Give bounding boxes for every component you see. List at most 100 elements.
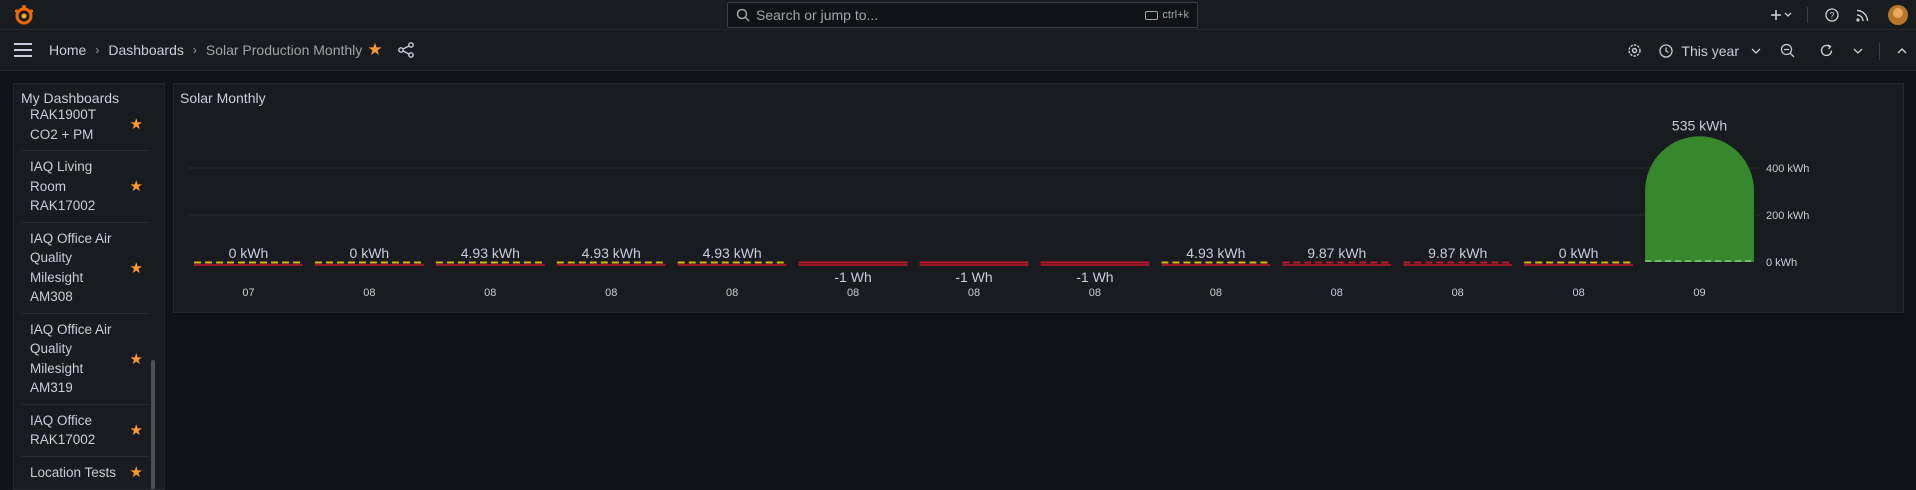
dashboard-list-panel: My Dashboards RAK1900T CO2 + PM ★ IAQ Li… (13, 83, 165, 490)
dashboard-controls: This year (1615, 30, 1916, 71)
x-tick-label: 08 (1331, 287, 1343, 299)
x-tick-label: 08 (605, 287, 617, 299)
star-icon[interactable]: ★ (130, 115, 143, 135)
favorite-star-icon[interactable]: ★ (365, 40, 385, 60)
dashboard-item[interactable]: RAK1900T CO2 + PM ★ (21, 105, 149, 151)
x-tick-label: 08 (1572, 287, 1584, 299)
dashboard-navbar: Home › Dashboards › Solar Production Mon… (0, 30, 1916, 71)
hamburger-line (14, 55, 32, 57)
solar-monthly-panel: Solar Monthly 0 kWh 200 kWh 400 kWh 0 kWh 07… (173, 83, 1904, 313)
zoom-out-button[interactable] (1767, 43, 1807, 58)
dashboard-item-label: IAQ Living Room RAK17002 (30, 159, 96, 213)
star-icon[interactable]: ★ (130, 259, 143, 279)
keyboard-icon (1145, 10, 1159, 20)
bar-value-label: 0 kWh (229, 245, 269, 261)
dashboard-item[interactable]: IAQ Office RAK17002 ★ (21, 405, 149, 457)
bar-chart[interactable]: 0 kWh 200 kWh 400 kWh 0 kWh 07 0 kWh 08 4.93 kW… (174, 84, 1905, 314)
breadcrumb-dashboards[interactable]: Dashboards (108, 42, 184, 58)
refresh-interval-dropdown[interactable] (1845, 47, 1871, 55)
dashboard-item-label: IAQ Office Air Quality Milesight AM319 (30, 321, 112, 396)
bar-value-label: 0 kWh (1559, 245, 1599, 261)
topbar-actions: ? (1765, 0, 1916, 30)
chevron-right-icon: › (95, 43, 100, 57)
dashboard-item-label: RAK1900T CO2 + PM (30, 107, 96, 142)
breadcrumb-home[interactable]: Home (49, 42, 86, 58)
help-icon: ? (1825, 8, 1839, 22)
search-placeholder: Search or jump to... (756, 7, 879, 23)
svg-text:?: ? (1829, 11, 1834, 21)
x-tick-label: 08 (363, 287, 375, 299)
panel-title: My Dashboards (21, 90, 120, 106)
top-bar: Search or jump to... ctrl+k ? (0, 0, 1916, 30)
bar-value-label: 4.93 kWh (461, 245, 520, 261)
shortcut-label: ctrl+k (1162, 9, 1189, 21)
rss-icon (1855, 9, 1868, 22)
bar-value-label: 535 kWh (1672, 117, 1727, 133)
help-button[interactable]: ? (1818, 8, 1846, 22)
dashboard-item-label: IAQ Office Air Quality Milesight AM308 (30, 230, 112, 305)
bar-value-label: 4.93 kWh (582, 245, 641, 261)
refresh-button[interactable] (1807, 43, 1845, 58)
plus-icon (1771, 10, 1792, 20)
share-icon[interactable] (396, 40, 416, 60)
bar-value-label: 4.93 kWh (1186, 245, 1245, 261)
zoom-out-icon (1780, 43, 1794, 58)
refresh-icon (1820, 44, 1832, 57)
dashboard-item[interactable]: IAQ Office Air Quality Milesight AM308 ★ (21, 223, 149, 314)
y-tick-label: 200 kWh (1766, 210, 1809, 222)
news-button[interactable] (1846, 9, 1878, 22)
search-icon (736, 8, 750, 22)
breadcrumb: Home › Dashboards › Solar Production Mon… (49, 42, 362, 58)
bar-value-label: -1 Wh (834, 269, 871, 285)
x-tick-label: 08 (968, 287, 980, 299)
star-icon[interactable]: ★ (130, 421, 143, 441)
clock-icon (1659, 43, 1674, 58)
user-avatar[interactable] (1888, 5, 1908, 25)
bar-value-label: 9.87 kWh (1307, 245, 1366, 261)
hamburger-line (14, 43, 32, 45)
bar-value-label: 9.87 kWh (1428, 245, 1487, 261)
dashboard-item[interactable]: IAQ Office Air Quality Milesight AM319 ★ (21, 314, 149, 405)
bar-value-label: 4.93 kWh (703, 245, 762, 261)
x-tick-label: 09 (1693, 287, 1705, 299)
bar (1645, 136, 1754, 262)
chevron-up-icon (1897, 47, 1907, 53)
search-input[interactable]: Search or jump to... ctrl+k (727, 2, 1198, 28)
dashboard-list[interactable]: RAK1900T CO2 + PM ★ IAQ Living Room RAK1… (14, 107, 150, 489)
time-range-picker[interactable]: This year (1653, 43, 1767, 59)
scrollbar[interactable] (151, 360, 155, 489)
gear-icon (1628, 44, 1641, 57)
menu-toggle-button[interactable] (14, 43, 32, 57)
y-tick-label: 0 kWh (1766, 257, 1797, 269)
bar-value-label: -1 Wh (955, 269, 992, 285)
collapse-header-button[interactable] (1888, 47, 1916, 55)
dashboard-item[interactable]: Location Tests ★ (21, 457, 149, 489)
search-shortcut: ctrl+k (1145, 9, 1189, 21)
chevron-down-icon (1751, 48, 1761, 54)
dashboard-item-label: IAQ Office RAK17002 (30, 412, 96, 448)
x-tick-label: 08 (847, 287, 859, 299)
grafana-logo[interactable] (13, 4, 35, 26)
x-tick-label: 08 (726, 287, 738, 299)
x-tick-label: 08 (1210, 287, 1222, 299)
divider (1807, 7, 1808, 23)
x-tick-label: 08 (484, 287, 496, 299)
star-icon[interactable]: ★ (130, 463, 143, 483)
dashboard-item-label: Location Tests (30, 464, 117, 480)
dashboard-settings-button[interactable] (1615, 43, 1653, 58)
hamburger-line (14, 49, 32, 51)
dashboard-item[interactable]: IAQ Living Room RAK17002 ★ (21, 151, 149, 223)
bar-value-label: -1 Wh (1076, 269, 1113, 285)
y-tick-label: 400 kWh (1766, 163, 1809, 175)
chevron-right-icon: › (192, 43, 197, 57)
star-icon[interactable]: ★ (130, 350, 143, 370)
star-icon[interactable]: ★ (130, 177, 143, 197)
x-tick-label: 08 (1089, 287, 1101, 299)
x-tick-label: 07 (242, 287, 254, 299)
add-new-button[interactable] (1765, 8, 1797, 22)
breadcrumb-current: Solar Production Monthly (205, 42, 363, 58)
bar-value-label: 0 kWh (350, 245, 390, 261)
chevron-down-icon (1853, 48, 1863, 54)
time-range-label: This year (1681, 42, 1739, 59)
divider (1879, 41, 1880, 60)
